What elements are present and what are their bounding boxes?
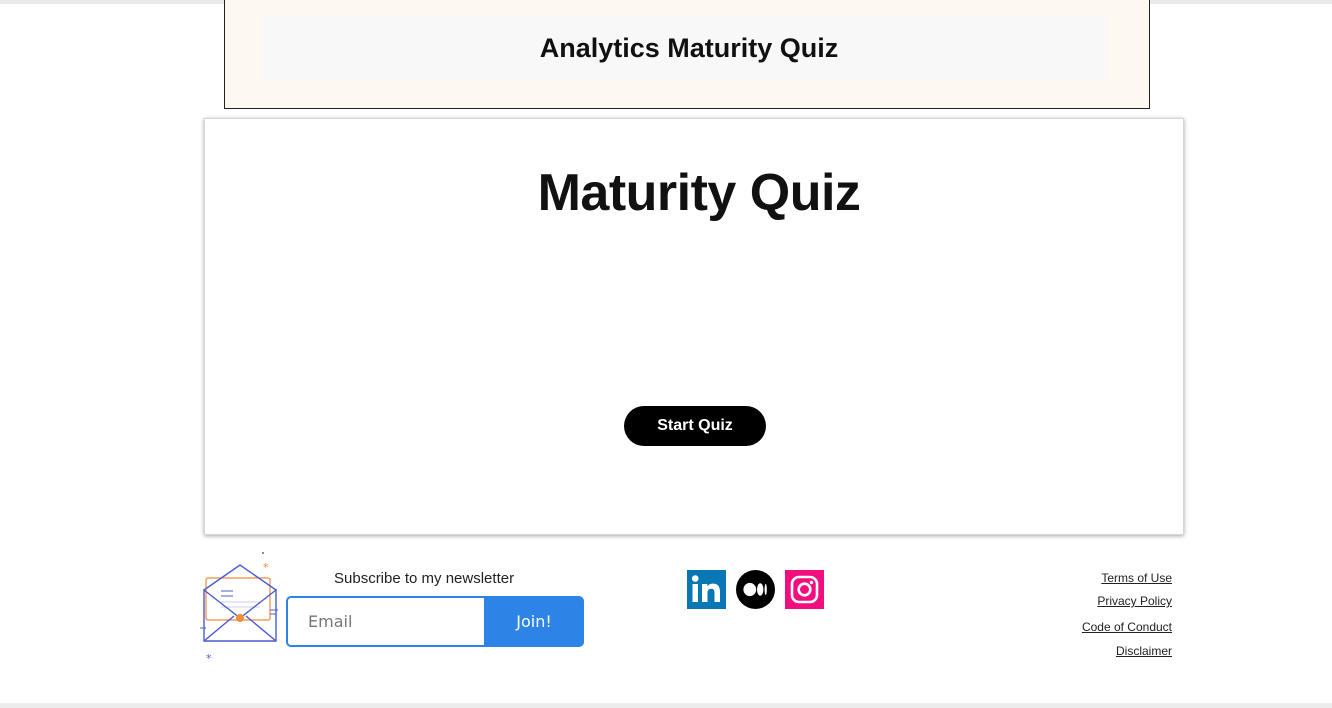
medium-icon[interactable]	[736, 570, 775, 609]
linkedin-icon[interactable]	[687, 570, 726, 609]
instagram-icon[interactable]	[785, 570, 824, 609]
email-input[interactable]	[286, 596, 484, 647]
code-of-conduct-link[interactable]: Code of Conduct	[1082, 620, 1172, 634]
envelope-icon: * *	[200, 552, 278, 664]
page-title: Analytics Maturity Quiz	[539, 32, 839, 63]
quiz-card: Maturity Quiz Start Quiz	[204, 118, 1184, 535]
linkedin-glyph	[691, 575, 720, 602]
join-button[interactable]: Join!	[484, 596, 584, 647]
medium-glyph	[736, 570, 775, 609]
header-banner: Analytics Maturity Quiz	[224, 0, 1150, 109]
newsletter-heading: Subscribe to my newsletter	[334, 570, 515, 587]
disclaimer-link[interactable]: Disclaimer	[1116, 644, 1172, 658]
header-inner: Analytics Maturity Quiz	[261, 14, 1107, 82]
instagram-glyph	[790, 575, 819, 604]
quiz-title: Maturity Quiz	[537, 164, 861, 222]
start-quiz-button[interactable]: Start Quiz	[624, 406, 766, 446]
page: Analytics Maturity Quiz Maturity Quiz St…	[0, 0, 1332, 708]
terms-of-use-link[interactable]: Terms of Use	[1101, 571, 1172, 585]
svg-text:*: *	[263, 561, 269, 574]
privacy-policy-link[interactable]: Privacy Policy	[1097, 594, 1172, 608]
newsletter-form: Join!	[286, 596, 584, 647]
svg-text:*: *	[206, 652, 212, 664]
bottom-scroll-strip	[0, 703, 1332, 708]
